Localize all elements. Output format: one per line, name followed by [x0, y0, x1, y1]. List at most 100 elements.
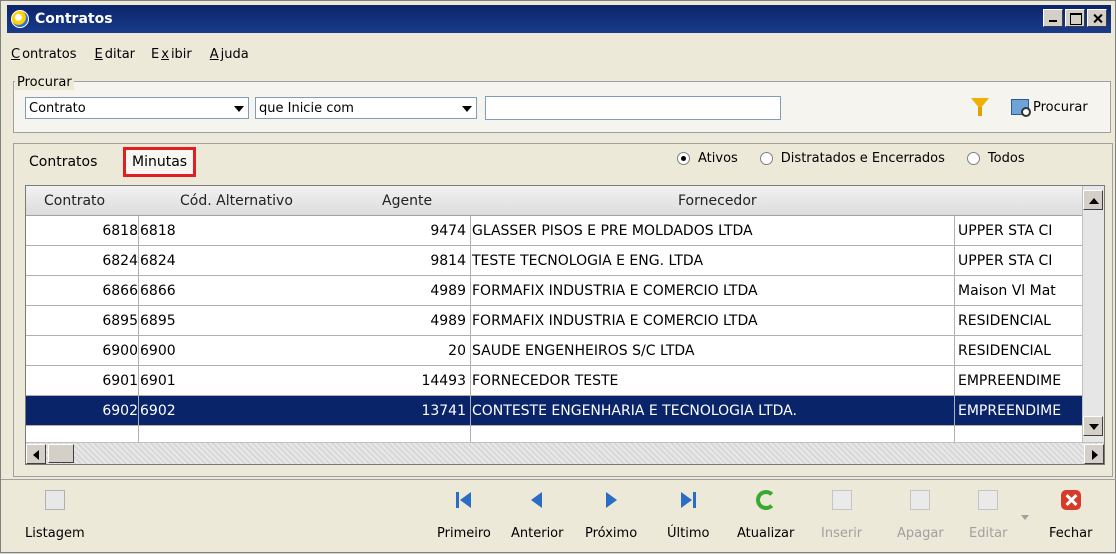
cell-cod: 6900 — [140, 343, 176, 359]
anterior-button[interactable]: Anterior — [511, 490, 563, 541]
search-field-value: Contrato — [29, 100, 86, 116]
ultimo-label: Último — [667, 526, 710, 541]
atualizar-button[interactable]: Atualizar — [737, 490, 794, 541]
menu-editar[interactable]: Editar — [91, 47, 138, 62]
cell-contrato: 6866 — [102, 283, 138, 299]
cell-agente: 14493 — [421, 373, 466, 389]
table-row[interactable]: 6866 6866 4989 FORMAFIX INDUSTRIA E COME… — [26, 276, 1082, 306]
table-row[interactable]: 6824 6824 9814 TESTE TECNOLOGIA E ENG. L… — [26, 246, 1082, 276]
table-row-selected[interactable]: 6902 6902 13741 CONTESTE ENGENHARIA E TE… — [26, 396, 1082, 426]
search-input[interactable] — [485, 96, 781, 120]
cell-agente: 9814 — [430, 253, 466, 269]
cell-cod: 6895 — [140, 313, 176, 329]
cell-empreendimento: RESIDENCIAL — [958, 343, 1051, 359]
contracts-grid[interactable]: Contrato Cód. Alternativo Agente Fornece… — [25, 185, 1105, 465]
vertical-scrollbar[interactable] — [1082, 186, 1104, 442]
radio-distratados-label: Distratados e Encerrados — [780, 151, 945, 166]
column-divider — [470, 216, 471, 464]
table-row[interactable]: 6895 6895 4989 FORMAFIX INDUSTRIA E COME… — [26, 306, 1082, 336]
inserir-label: Inserir — [821, 526, 863, 541]
proximo-button[interactable]: Próximo — [585, 490, 637, 541]
close-window-button[interactable] — [1087, 9, 1107, 27]
edit-icon — [978, 490, 999, 510]
status-filter: Ativos Distratados e Encerrados Todos — [677, 151, 1025, 166]
maximize-button[interactable] — [1065, 9, 1085, 27]
cell-contrato: 6895 — [102, 313, 138, 329]
primeiro-button[interactable]: Primeiro — [437, 490, 491, 541]
tab-minutas[interactable]: Minutas — [123, 147, 197, 177]
inserir-button[interactable]: Inserir — [821, 490, 862, 541]
cell-contrato: 6901 — [102, 373, 138, 389]
col-agente[interactable]: Agente — [382, 193, 432, 209]
radio-distratados[interactable]: Distratados e Encerrados — [759, 151, 945, 166]
procurar-button[interactable]: Procurar — [1011, 94, 1088, 120]
title-bar: Contratos — [7, 5, 1111, 33]
cell-agente: 9474 — [430, 223, 466, 239]
fechar-button[interactable]: Fechar — [1049, 490, 1092, 541]
cell-fornecedor: CONTESTE ENGENHARIA E TECNOLOGIA LTDA. — [472, 403, 797, 419]
cell-empreendimento: EMPREENDIME — [958, 403, 1062, 419]
search-icon — [1011, 99, 1031, 117]
table-row[interactable]: 6901 6901 14493 FORNECEDOR TESTE EMPREEN… — [26, 366, 1082, 396]
menu-exibir[interactable]: Ex ibir — [149, 47, 194, 62]
menu-bar: Contratos Editar Ex ibir Ajuda — [7, 47, 251, 62]
table-row[interactable]: 6900 6900 20 SAUDE ENGENHEIROS S/C LTDA … — [26, 336, 1082, 366]
ultimo-button[interactable]: Último — [667, 490, 709, 541]
radio-ativos[interactable]: Ativos — [677, 151, 738, 166]
procurar-label: Procurar — [1033, 99, 1088, 115]
last-record-icon — [678, 490, 698, 510]
bottom-toolbar: Listagem Primeiro Anterior Próximo Últim… — [1, 479, 1116, 554]
cell-agente: 4989 — [430, 283, 466, 299]
grid-header: Contrato Cód. Alternativo Agente Fornece… — [26, 186, 1082, 216]
previous-record-icon — [527, 490, 547, 510]
radio-dot — [759, 152, 773, 165]
filter-icon[interactable] — [971, 98, 989, 116]
main-window: Contratos Contratos Editar Ex ibir Ajuda … — [0, 0, 1116, 553]
arrow-right-icon — [1092, 450, 1098, 460]
scroll-down-button[interactable] — [1083, 416, 1103, 436]
scroll-right-button[interactable] — [1084, 444, 1104, 464]
chevron-down-icon — [462, 106, 472, 112]
column-divider — [954, 216, 955, 464]
cell-fornecedor: SAUDE ENGENHEIROS S/C LTDA — [472, 343, 695, 359]
table-row[interactable]: 6818 6818 9474 GLASSER PISOS E PRE MOLDA… — [26, 216, 1082, 246]
menu-contratos[interactable]: Contratos — [7, 47, 79, 62]
column-divider — [138, 216, 139, 464]
anterior-label: Anterior — [511, 526, 564, 541]
search-operator-value: que Inicie com — [259, 100, 354, 116]
cell-empreendimento: UPPER STA CI — [958, 253, 1053, 269]
cell-contrato: 6818 — [102, 223, 138, 239]
col-fornecedor[interactable]: Fornecedor — [678, 193, 757, 209]
scroll-up-button[interactable] — [1083, 190, 1103, 210]
insert-icon — [831, 490, 852, 510]
editar-button[interactable]: Editar — [969, 490, 1008, 541]
search-operator-select[interactable]: que Inicie com — [255, 97, 477, 119]
next-record-icon — [601, 490, 621, 510]
arrow-up-icon — [1089, 198, 1099, 204]
cell-agente: 20 — [448, 343, 466, 359]
cell-cod: 6818 — [140, 223, 176, 239]
cell-fornecedor: TESTE TECNOLOGIA E ENG. LTDA — [472, 253, 704, 269]
listagem-button[interactable]: Listagem — [25, 490, 85, 541]
atualizar-label: Atualizar — [737, 526, 795, 541]
search-field-select[interactable]: Contrato — [25, 97, 249, 119]
radio-todos[interactable]: Todos — [966, 151, 1025, 166]
app-icon — [11, 10, 29, 28]
horizontal-scrollbar[interactable] — [26, 442, 1104, 464]
horizontal-scroll-thumb[interactable] — [48, 444, 74, 463]
cell-empreendimento: RESIDENCIAL — [958, 313, 1051, 329]
cell-fornecedor: FORMAFIX INDUSTRIA E COMERCIO LTDA — [472, 283, 758, 299]
tab-contratos[interactable]: Contratos — [23, 147, 103, 177]
cell-cod: 6902 — [140, 403, 176, 419]
document-icon — [44, 490, 65, 510]
apagar-button[interactable]: Apagar — [897, 490, 944, 541]
menu-ajuda[interactable]: Ajuda — [206, 47, 251, 62]
refresh-icon — [755, 490, 776, 510]
editar-dropdown-icon[interactable] — [1021, 515, 1029, 520]
scroll-left-button[interactable] — [26, 444, 46, 464]
primeiro-label: Primeiro — [437, 526, 491, 541]
window-title: Contratos — [35, 11, 113, 27]
col-cod-alternativo[interactable]: Cód. Alternativo — [180, 193, 293, 209]
col-contrato[interactable]: Contrato — [44, 193, 105, 209]
minimize-button[interactable] — [1043, 9, 1063, 27]
